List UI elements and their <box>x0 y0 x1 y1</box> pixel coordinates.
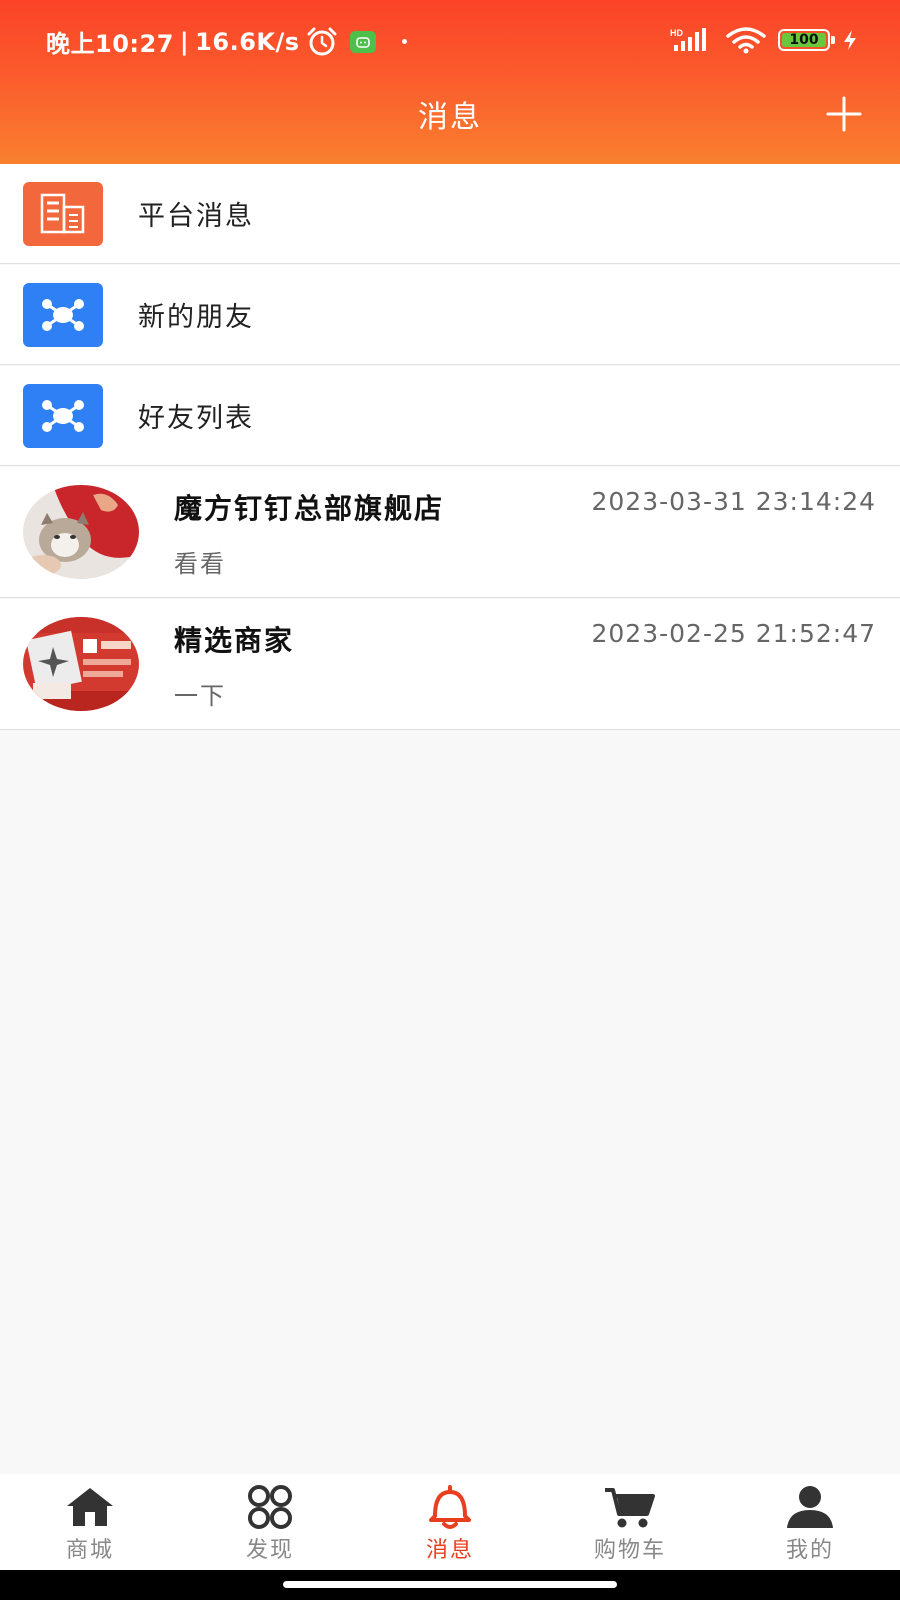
chat-name: 精选商家 <box>174 624 295 657</box>
menu-item-new-friends[interactable]: 新的朋友 <box>0 265 900 365</box>
tab-label: 我的 <box>785 1538 834 1563</box>
chat-name: 魔方钉钉总部旗舰店 <box>174 492 445 525</box>
status-right: HD 100 <box>670 26 858 54</box>
cart-icon <box>605 1488 655 1528</box>
chat-time: 2023-02-25 21:52:47 <box>591 619 876 648</box>
status-bar: 晚上10:27 | 16.6K/s HD 100 <box>0 0 900 80</box>
chat-last-message: 看看 <box>174 550 226 578</box>
network-icon <box>23 282 103 347</box>
menu-item-platform-messages[interactable]: 平台消息 <box>0 164 900 264</box>
messages-screen: 晚上10:27 | 16.6K/s HD 100 消息 平台消息 新的朋友 好友… <box>0 0 900 1600</box>
tab-mall[interactable]: 商城 <box>0 1474 180 1570</box>
tab-label: 发现 <box>245 1538 294 1563</box>
menu-item-friend-list[interactable]: 好友列表 <box>0 366 900 466</box>
alarm-icon <box>307 27 337 55</box>
menu-item-label: 新的朋友 <box>138 302 254 333</box>
bell-icon <box>429 1485 471 1529</box>
page-title: 消息 <box>418 100 482 135</box>
status-time: 晚上10:27 <box>46 30 174 58</box>
battery-level: 100 <box>789 32 819 48</box>
charging-icon <box>844 30 856 50</box>
chat-last-message: 一下 <box>174 682 226 710</box>
menu-item-label: 平台消息 <box>138 201 254 232</box>
header: 晚上10:27 | 16.6K/s HD 100 消息 <box>0 0 900 164</box>
chat-item[interactable]: 精选商家 2023-02-25 21:52:47 一下 <box>0 599 900 730</box>
cat-photo-avatar <box>23 485 139 579</box>
plus-icon[interactable] <box>824 94 864 134</box>
tab-messages[interactable]: 消息 <box>360 1474 540 1570</box>
system-gesture-bar <box>0 1570 900 1600</box>
signal-icon: HD <box>670 28 706 51</box>
tab-cart[interactable]: 购物车 <box>540 1474 720 1570</box>
platform-message-icon <box>23 181 103 246</box>
bottom-nav: 商城 发现 消息 购物车 我的 <box>0 1474 900 1570</box>
home-indicator[interactable] <box>283 1581 617 1588</box>
notification-dot <box>401 39 407 44</box>
product-photo-avatar <box>23 617 139 711</box>
home-icon <box>67 1488 113 1526</box>
tab-discover[interactable]: 发现 <box>180 1474 360 1570</box>
tab-label: 购物车 <box>593 1538 666 1563</box>
tab-label: 消息 <box>425 1538 474 1563</box>
tab-profile[interactable]: 我的 <box>720 1474 900 1570</box>
chat-item[interactable]: 魔方钉钉总部旗舰店 2023-03-31 23:14:24 看看 <box>0 467 900 598</box>
network-type-label: HD <box>670 28 683 38</box>
wifi-icon <box>726 27 766 54</box>
app-notification-icon <box>349 30 376 53</box>
discover-icon <box>248 1485 292 1529</box>
chat-time: 2023-03-31 23:14:24 <box>591 487 876 516</box>
status-separator: | <box>179 27 190 56</box>
menu-item-label: 好友列表 <box>138 403 254 434</box>
status-left: 晚上10:27 | 16.6K/s <box>46 24 407 59</box>
battery-icon: 100 <box>778 29 835 51</box>
network-icon <box>23 383 103 448</box>
user-icon <box>787 1486 833 1528</box>
status-speed: 16.6K/s <box>195 27 300 56</box>
tab-label: 商城 <box>65 1538 114 1563</box>
